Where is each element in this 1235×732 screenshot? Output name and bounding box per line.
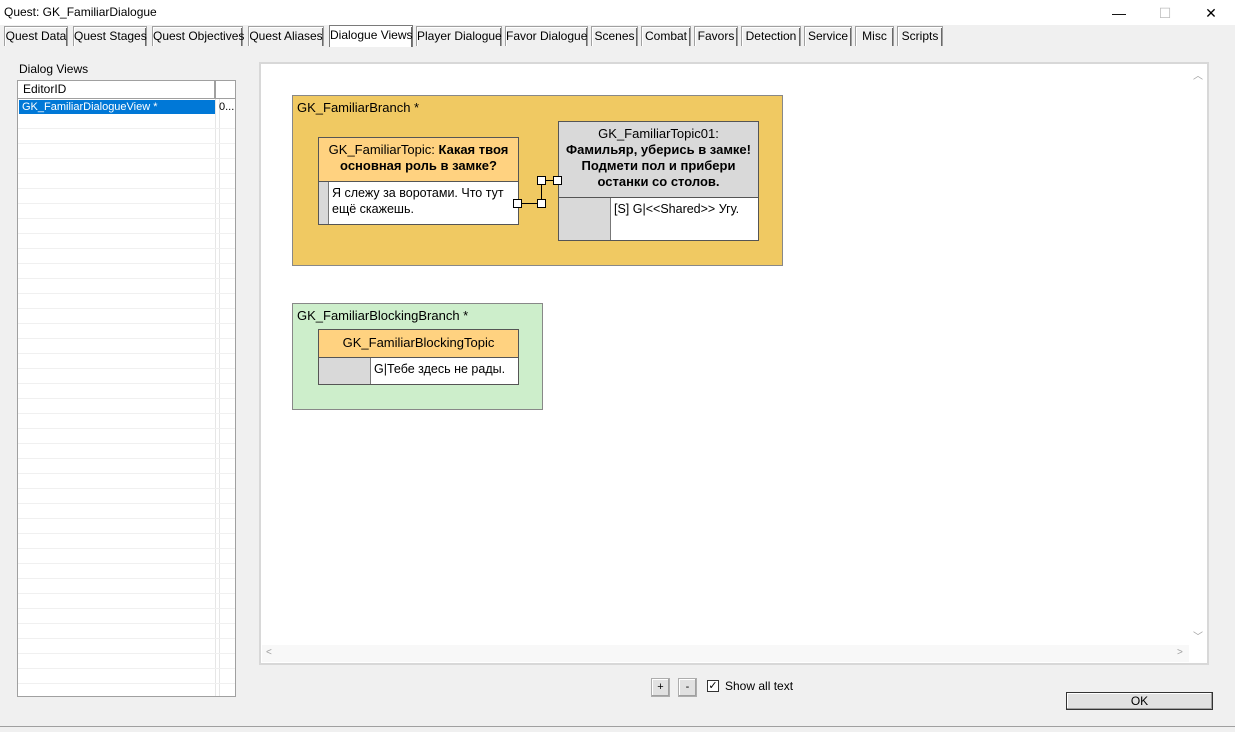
scroll-down-icon[interactable]: ﹀ [1193, 628, 1203, 643]
minimize-button[interactable]: — [1096, 0, 1142, 26]
branch-familiar-blocking[interactable]: GK_FamiliarBlockingBranch * GK_FamiliarB… [292, 303, 543, 410]
tab-quest-data[interactable]: Quest Data [4, 26, 68, 46]
tab-combat[interactable]: Combat [641, 26, 691, 46]
tab-quest-aliases[interactable]: Quest Aliases [248, 26, 324, 46]
topic-familiar[interactable]: GK_FamiliarTopic: Какая твоя основная ро… [318, 137, 519, 183]
branch-title: GK_FamiliarBranch * [297, 100, 420, 115]
dialog-views-label: Dialog Views [19, 62, 89, 76]
tab-detection[interactable]: Detection [741, 26, 801, 46]
dialogue-canvas[interactable]: GK_FamiliarBranch * GK_FamiliarTopic: Ка… [262, 65, 1189, 645]
response-gutter [559, 198, 611, 240]
response-text: [S] G|<<Shared>> Угу. [614, 202, 740, 216]
title-bar: Quest: GK_FamiliarDialogue — ☐ ✕ [0, 0, 1235, 26]
tab-player-dialogue[interactable]: Player Dialogue [416, 26, 502, 46]
column-header-2[interactable] [215, 81, 235, 99]
tab-favor-dialogue[interactable]: Favor Dialogue [505, 26, 588, 46]
topic-name: GK_FamiliarBlockingTopic [342, 335, 495, 350]
show-all-text-checkbox[interactable]: ✓ [707, 680, 719, 692]
connector-node[interactable] [537, 176, 546, 185]
vertical-scrollbar[interactable]: ︿ ﹀ [1189, 65, 1206, 645]
tab-quest-stages[interactable]: Quest Stages [73, 26, 147, 46]
branch-title: GK_FamiliarBlockingBranch * [297, 308, 469, 323]
topic-familiar-blocking[interactable]: GK_FamiliarBlockingTopic [318, 329, 519, 358]
scroll-right-icon[interactable]: > [1177, 647, 1183, 658]
column-header-editorid[interactable]: EditorID [18, 81, 215, 99]
tab-favors[interactable]: Favors [694, 26, 738, 46]
response-gutter [319, 182, 329, 224]
tab-service[interactable]: Service [804, 26, 852, 46]
response-familiar[interactable]: Я слежу за воротами. Что тут ещё скажешь… [318, 181, 519, 225]
tab-misc[interactable]: Misc [855, 26, 894, 46]
list-item-editorid[interactable]: GK_FamiliarDialogueView * [19, 100, 215, 114]
scroll-up-icon[interactable]: ︿ [1193, 67, 1203, 82]
window-border [0, 726, 1235, 727]
show-all-text-label: Show all text [725, 679, 794, 693]
response-gutter [319, 358, 371, 384]
topic-name: GK_FamiliarTopic01: [598, 126, 719, 141]
branch-familiar[interactable]: GK_FamiliarBranch * GK_FamiliarTopic: Ка… [292, 95, 783, 266]
list-item-col2[interactable]: 0... [219, 100, 235, 114]
zoom-in-button[interactable]: + [651, 678, 670, 697]
zoom-out-button[interactable]: - [678, 678, 697, 697]
tab-dialogue-views[interactable]: Dialogue Views [329, 25, 413, 47]
window-title: Quest: GK_FamiliarDialogue [4, 5, 157, 19]
connector-node[interactable] [537, 199, 546, 208]
horizontal-scrollbar[interactable]: < > [262, 645, 1189, 662]
tab-quest-objectives[interactable]: Quest Objectives [152, 26, 244, 46]
response-text: Я слежу за воротами. Что тут ещё скажешь… [332, 186, 504, 216]
dialog-views-list[interactable]: EditorID GK_FamiliarDialogueView * 0... [17, 80, 236, 697]
scroll-left-icon[interactable]: < [266, 647, 272, 658]
ok-button[interactable]: OK [1066, 692, 1213, 710]
maximize-button[interactable]: ☐ [1142, 0, 1188, 26]
connector-node[interactable] [553, 176, 562, 185]
response-familiar-blocking[interactable]: G|Тебе здесь не рады. [318, 357, 519, 385]
tab-scripts[interactable]: Scripts [897, 26, 943, 46]
connector-node[interactable] [513, 199, 522, 208]
tab-scenes[interactable]: Scenes [591, 26, 638, 46]
close-button[interactable]: ✕ [1188, 0, 1234, 26]
topic-familiar-01[interactable]: GK_FamiliarTopic01: Фамильяр, уберись в … [558, 121, 759, 198]
response-text: G|Тебе здесь не рады. [374, 362, 506, 376]
response-familiar-01[interactable]: [S] G|<<Shared>> Угу. [558, 197, 759, 241]
topic-prompt: Фамильяр, уберись в замке! Подмети пол и… [566, 142, 751, 189]
topic-name: GK_FamiliarTopic: [328, 142, 435, 157]
